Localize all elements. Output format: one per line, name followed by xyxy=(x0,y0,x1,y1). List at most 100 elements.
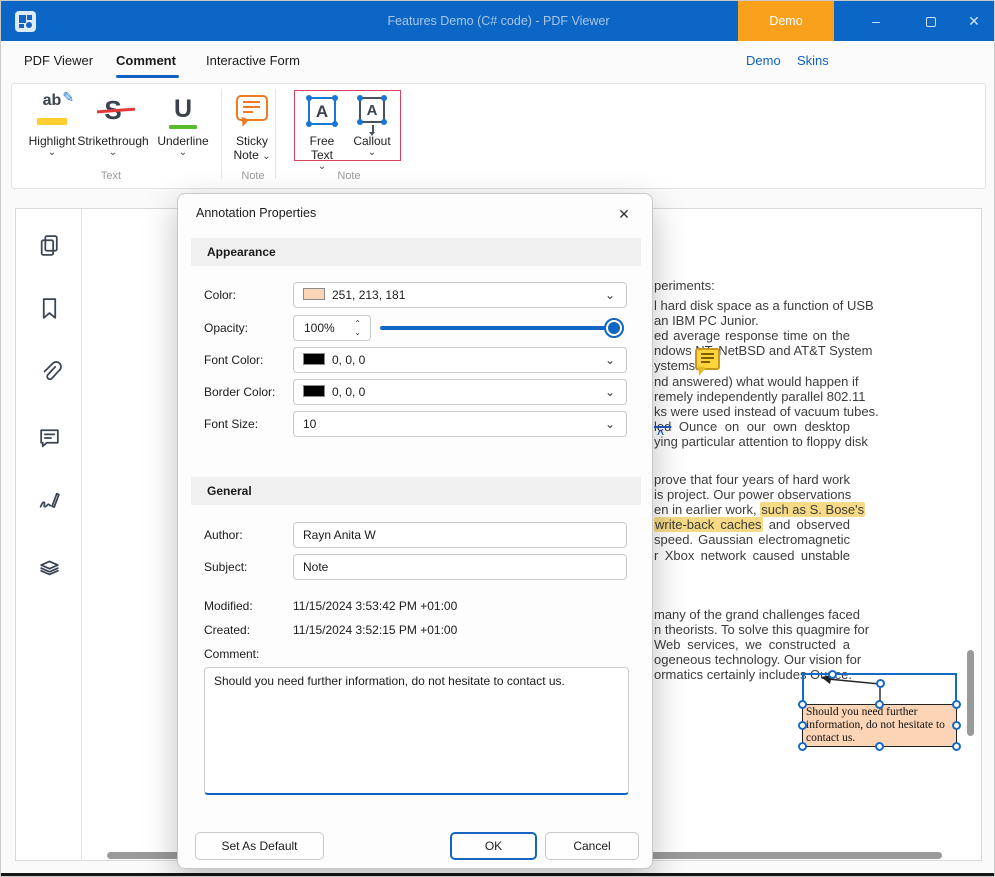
group-label-text: Text xyxy=(71,170,151,182)
ribbon-toolbar: ab✎ Highlight ⌄ S Strikethrough ⌄ U Unde… xyxy=(11,83,986,189)
pdf-text-line: l hard disk space as a function of USB xyxy=(654,298,850,313)
group-label-note2: Note xyxy=(309,170,389,182)
pdf-text-line: r Xbox network caused unstable xyxy=(654,548,850,563)
font-size-label: Font Size: xyxy=(204,411,258,437)
pdf-text-line: Web services, we constructed a xyxy=(654,637,850,652)
font-color-dropdown[interactable]: 0, 0, 0 ⌄ xyxy=(293,347,627,373)
pages-icon[interactable] xyxy=(37,233,62,258)
layers-icon[interactable] xyxy=(37,551,62,576)
tab-pdf-viewer[interactable]: PDF Viewer xyxy=(24,41,93,81)
border-color-label: Border Color: xyxy=(204,379,275,405)
skins-link[interactable]: Skins xyxy=(797,41,829,81)
pdf-text-line: an IBM PC Junior. xyxy=(654,313,850,328)
underline-button[interactable]: U Underline ⌄ xyxy=(154,88,212,170)
minimize-icon[interactable]: – xyxy=(854,1,898,41)
dialog-title: Annotation Properties xyxy=(196,206,316,220)
arrow-start-handle[interactable] xyxy=(828,670,837,679)
free-text-icon: A xyxy=(298,92,346,134)
ok-button[interactable]: OK xyxy=(450,832,537,860)
selection-handle[interactable] xyxy=(875,700,884,709)
color-swatch xyxy=(303,353,325,365)
window-title: Features Demo (C# code) - PDF Viewer xyxy=(1,1,995,41)
pdf-text-line: ystems. xyxy=(654,358,850,373)
general-section-header: General xyxy=(191,477,641,505)
window-bottom-edge xyxy=(1,873,995,876)
modified-value: 11/15/2024 3:53:42 PM +01:00 xyxy=(293,598,457,614)
sticky-note-icon xyxy=(228,92,276,134)
font-size-dropdown[interactable]: 10 ⌄ xyxy=(293,411,627,437)
sidebar xyxy=(16,209,82,860)
set-as-default-button[interactable]: Set As Default xyxy=(195,832,324,860)
cancel-button[interactable]: Cancel xyxy=(545,832,639,860)
comment-field[interactable]: Should you need further information, do … xyxy=(204,667,629,795)
font-color-label: Font Color: xyxy=(204,347,263,373)
color-label: Color: xyxy=(204,282,236,308)
callout-icon: A xyxy=(348,92,396,134)
pdf-text-line: ogeneous technology. Our vision for xyxy=(654,652,850,667)
signature-icon[interactable] xyxy=(37,488,62,513)
chevron-down-icon: ⌄ xyxy=(75,148,151,158)
strikethrough-caret-annotation[interactable]: led xyxy=(654,419,671,434)
opacity-slider[interactable] xyxy=(380,315,614,341)
text-highlight-annotation[interactable]: write-back caches xyxy=(654,517,763,532)
callout-label: Callout xyxy=(348,134,396,148)
pdf-text-line: prove that four years of hard work xyxy=(654,472,850,487)
pdf-text-line: en in earlier work, such as S. Bose's xyxy=(654,502,850,517)
pdf-text-line: many of the grand challenges faced xyxy=(654,607,850,622)
selection-handle[interactable] xyxy=(798,742,807,751)
selection-handle[interactable] xyxy=(952,721,961,730)
pdf-text-line: ying particular attention to floppy disk xyxy=(654,434,850,449)
callout-button[interactable]: A Callout ⌄ xyxy=(348,88,396,170)
sticky-note-button[interactable]: Sticky Note ⌄ xyxy=(228,88,276,170)
chevron-down-icon: ⌄ xyxy=(24,148,80,158)
selection-handle[interactable] xyxy=(875,742,884,751)
vertical-scrollbar-thumb[interactable] xyxy=(967,650,974,736)
callout-annotation-text[interactable]: Should you need further information, do … xyxy=(802,704,957,747)
selection-handle[interactable] xyxy=(798,700,807,709)
text-highlight-annotation[interactable]: such as S. Bose's xyxy=(760,502,865,517)
opacity-spinner[interactable]: 100% ⌃⌄ xyxy=(293,315,371,341)
active-tab-underline xyxy=(116,75,179,78)
color-dropdown[interactable]: 251, 213, 181 ⌄ xyxy=(293,282,627,308)
chevron-down-icon: ⌄ xyxy=(605,348,615,372)
subject-field[interactable] xyxy=(293,554,627,580)
demo-titlebar-button[interactable]: Demo xyxy=(738,1,834,41)
pdf-text-line: n theorists. To solve this quagmire for xyxy=(654,622,850,637)
selection-handle[interactable] xyxy=(952,742,961,751)
selection-handle[interactable] xyxy=(798,721,807,730)
strikethrough-label: Strikethrough xyxy=(75,134,151,148)
maximize-icon[interactable] xyxy=(909,1,953,41)
attachment-icon[interactable] xyxy=(37,359,62,384)
bookmark-icon[interactable] xyxy=(37,296,62,321)
close-icon[interactable]: ✕ xyxy=(952,1,995,41)
chevron-down-icon: ⌄ xyxy=(605,283,615,307)
chevron-down-icon: ⌄ xyxy=(605,380,615,404)
created-value: 11/15/2024 3:52:15 PM +01:00 xyxy=(293,622,457,638)
free-text-button[interactable]: A Free Text ⌄ xyxy=(298,88,346,170)
free-text-label: Free Text xyxy=(298,134,346,162)
comment-icon[interactable] xyxy=(37,425,62,450)
sticky-note-label-line2: Note ⌄ xyxy=(228,148,276,162)
chevron-down-icon: ⌄ xyxy=(348,148,396,158)
tab-interactive-form[interactable]: Interactive Form xyxy=(206,41,300,81)
app-window: Features Demo (C# code) - PDF Viewer Dem… xyxy=(0,0,995,877)
selection-handle[interactable] xyxy=(952,700,961,709)
highlight-button[interactable]: ab✎ Highlight ⌄ xyxy=(24,88,80,170)
arrow-elbow-handle[interactable] xyxy=(876,679,885,688)
author-field[interactable] xyxy=(293,522,627,548)
underline-label: Underline xyxy=(154,134,212,148)
pdf-text-line: ed average response time on the xyxy=(654,328,850,343)
demo-link[interactable]: Demo xyxy=(746,41,781,81)
close-icon[interactable]: ✕ xyxy=(612,202,636,226)
pdf-text-column: periments:l hard disk space as a functio… xyxy=(654,278,850,682)
sticky-note-annotation-icon[interactable] xyxy=(695,348,720,370)
spinner-up-down-icons[interactable]: ⌃⌄ xyxy=(354,319,361,337)
border-color-dropdown[interactable]: 0, 0, 0 ⌄ xyxy=(293,379,627,405)
titlebar: Features Demo (C# code) - PDF Viewer Dem… xyxy=(1,1,995,41)
slider-thumb[interactable] xyxy=(604,318,624,338)
chevron-down-icon: ⌄ xyxy=(262,151,270,162)
strikethrough-button[interactable]: S Strikethrough ⌄ xyxy=(75,88,151,170)
modified-label: Modified: xyxy=(204,598,253,614)
strikethrough-icon: S xyxy=(75,92,151,134)
author-label: Author: xyxy=(204,522,243,548)
